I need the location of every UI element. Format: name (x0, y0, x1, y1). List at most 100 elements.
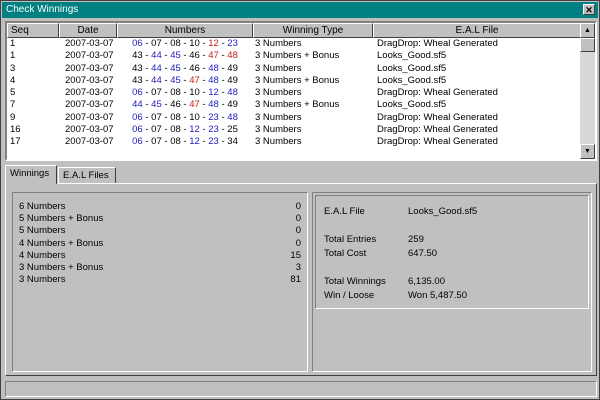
total-cost-row: Total Cost 647.50 (324, 248, 584, 260)
table-row[interactable]: 17 2007-03-07 06 - 07 - 08 - 12 - 23 - 34 3… (7, 136, 581, 148)
column-header-seq[interactable]: Seq (7, 23, 59, 38)
drawn-number: 10 (189, 87, 200, 99)
cell-seq: 1 (10, 38, 16, 49)
stat-label: 4 Numbers (19, 249, 66, 261)
drawn-number: 49 (227, 62, 238, 74)
stat-row: 5 Numbers 0 (19, 225, 301, 237)
cell-numbers: 06 - 07 - 08 - 12 - 23 - 34 (132, 136, 238, 148)
drawn-number: 49 (227, 74, 238, 86)
cell-date: 2007-03-07 (65, 99, 114, 111)
drawn-number: 45 (170, 62, 181, 74)
grid-rows: 1 2007-03-07 06 - 07 - 08 - 10 - 12 - 23 3 … (7, 38, 581, 149)
drawn-number: 23 (227, 38, 238, 49)
drawn-number: 46 (189, 50, 200, 62)
table-row[interactable]: 4 2007-03-07 43 - 44 - 45 - 47 - 48 - 49 3 … (7, 75, 581, 87)
drawn-number: 48 (208, 99, 219, 111)
drawn-number: 06 (132, 136, 143, 148)
cell-numbers: 06 - 07 - 08 - 10 - 12 - 23 (132, 38, 238, 49)
drawn-number: 08 (170, 87, 181, 99)
cell-seq: 5 (10, 87, 16, 99)
drawn-number: 45 (170, 74, 181, 86)
cell-seq: 1 (10, 50, 16, 62)
drawn-number: 23 (208, 136, 219, 148)
cell-seq: 17 (10, 136, 21, 148)
cell-winning-type: 3 Numbers + Bonus (255, 50, 340, 62)
cell-eal-file: DragDrop: Wheal Generated (377, 136, 498, 148)
cell-seq: 16 (10, 124, 21, 136)
drawn-number: 08 (170, 111, 181, 123)
cell-winning-type: 3 Numbers (255, 124, 302, 136)
stat-row: 3 Numbers 81 (19, 274, 301, 286)
drawn-number: 12 (189, 136, 200, 148)
drawn-number: 10 (189, 38, 200, 49)
table-row[interactable]: 1 2007-03-07 43 - 44 - 45 - 46 - 47 - 48 3 … (7, 50, 581, 62)
drawn-number: 44 (151, 74, 162, 86)
drawn-number: 07 (151, 87, 162, 99)
win-loose-row: Win / Loose Won 5,487.50 (324, 290, 584, 302)
table-row[interactable]: 7 2007-03-07 44 - 45 - 46 - 47 - 48 - 49 3 … (7, 99, 581, 111)
summary-box: E.A.L File Looks_Good.sf5 Total Entries … (315, 195, 589, 309)
drawn-number: 06 (132, 87, 143, 99)
vertical-scrollbar[interactable]: ▲ ▼ (580, 23, 595, 159)
table-row[interactable]: 1 2007-03-07 06 - 07 - 08 - 10 - 12 - 23 3 … (7, 38, 581, 50)
cell-seq: 9 (10, 111, 16, 123)
total-winnings-row: Total Winnings 6,135.00 (324, 276, 584, 288)
stat-value: 3 (295, 262, 301, 273)
drawn-number: 47 (189, 74, 200, 86)
eal-file-value: Looks_Good.sf5 (408, 206, 478, 217)
cell-winning-type: 3 Numbers (255, 136, 302, 148)
cell-eal-file: DragDrop: Wheal Generated (377, 111, 498, 123)
cell-eal-file: Looks_Good.sf5 (377, 99, 447, 111)
drawn-number: 08 (170, 136, 181, 148)
cell-winning-type: 3 Numbers (255, 62, 302, 74)
drawn-number: 43 (132, 62, 143, 74)
title-bar: Check Winnings ✕ (2, 2, 598, 18)
drawn-number: 12 (208, 87, 219, 99)
cell-date: 2007-03-07 (65, 124, 114, 136)
tab-winnings[interactable]: Winnings (5, 165, 57, 184)
stat-row: 5 Numbers + Bonus 0 (19, 213, 301, 225)
cell-numbers: 06 - 07 - 08 - 10 - 12 - 48 (132, 87, 238, 99)
summary-group: E.A.L File Looks_Good.sf5 Total Entries … (312, 192, 592, 372)
total-entries-row: Total Entries 259 (324, 234, 584, 246)
table-row[interactable]: 9 2007-03-07 06 - 07 - 08 - 10 - 23 - 48 3 … (7, 112, 581, 124)
eal-file-row: E.A.L File Looks_Good.sf5 (324, 206, 584, 218)
drawn-number: 49 (227, 99, 238, 111)
drawn-number: 47 (189, 99, 200, 111)
column-header-eal-file[interactable]: E.A.L File (373, 23, 581, 38)
stat-row: 6 Numbers 0 (19, 201, 301, 213)
cell-eal-file: Looks_Good.sf5 (377, 62, 447, 74)
drawn-number: 34 (227, 136, 238, 148)
table-row[interactable]: 16 2007-03-07 06 - 07 - 08 - 12 - 23 - 25 3… (7, 124, 581, 136)
cell-eal-file: Looks_Good.sf5 (377, 50, 447, 62)
stat-value: 15 (290, 249, 301, 261)
drawn-number: 45 (170, 50, 181, 62)
cell-numbers: 06 - 07 - 08 - 12 - 23 - 25 (132, 124, 238, 136)
winnings-grid[interactable]: Seq Date Numbers Winning Type E.A.L File… (5, 21, 597, 161)
cell-date: 2007-03-07 (65, 50, 114, 62)
cell-date: 2007-03-07 (65, 136, 114, 148)
column-header-winning-type[interactable]: Winning Type (253, 23, 373, 38)
drawn-number: 07 (151, 136, 162, 148)
scrollbar-thumb[interactable] (580, 38, 595, 52)
column-header-date[interactable]: Date (59, 23, 117, 38)
status-bar (5, 381, 597, 397)
drawn-number: 06 (132, 124, 143, 136)
close-icon[interactable]: ✕ (583, 4, 595, 15)
drawn-number: 08 (170, 38, 181, 49)
table-row[interactable]: 3 2007-03-07 43 - 44 - 45 - 46 - 48 - 49 3 … (7, 63, 581, 75)
arrow-up-icon[interactable]: ▲ (580, 23, 595, 38)
cell-winning-type: 3 Numbers (255, 111, 302, 123)
tab-eal-files[interactable]: E.A.L Files (58, 167, 116, 184)
cell-winning-type: 3 Numbers + Bonus (255, 74, 340, 86)
stat-row: 3 Numbers + Bonus 3 (19, 262, 301, 274)
table-row[interactable]: 5 2007-03-07 06 - 07 - 08 - 10 - 12 - 48 3 … (7, 87, 581, 99)
cell-date: 2007-03-07 (65, 38, 114, 49)
cell-winning-type: 3 Numbers (255, 38, 302, 49)
total-entries-value: 259 (408, 234, 424, 245)
column-header-numbers[interactable]: Numbers (117, 23, 253, 38)
arrow-down-icon[interactable]: ▼ (580, 144, 595, 159)
drawn-number: 08 (170, 124, 181, 136)
drawn-number: 48 (208, 62, 219, 74)
cell-seq: 4 (10, 74, 16, 86)
